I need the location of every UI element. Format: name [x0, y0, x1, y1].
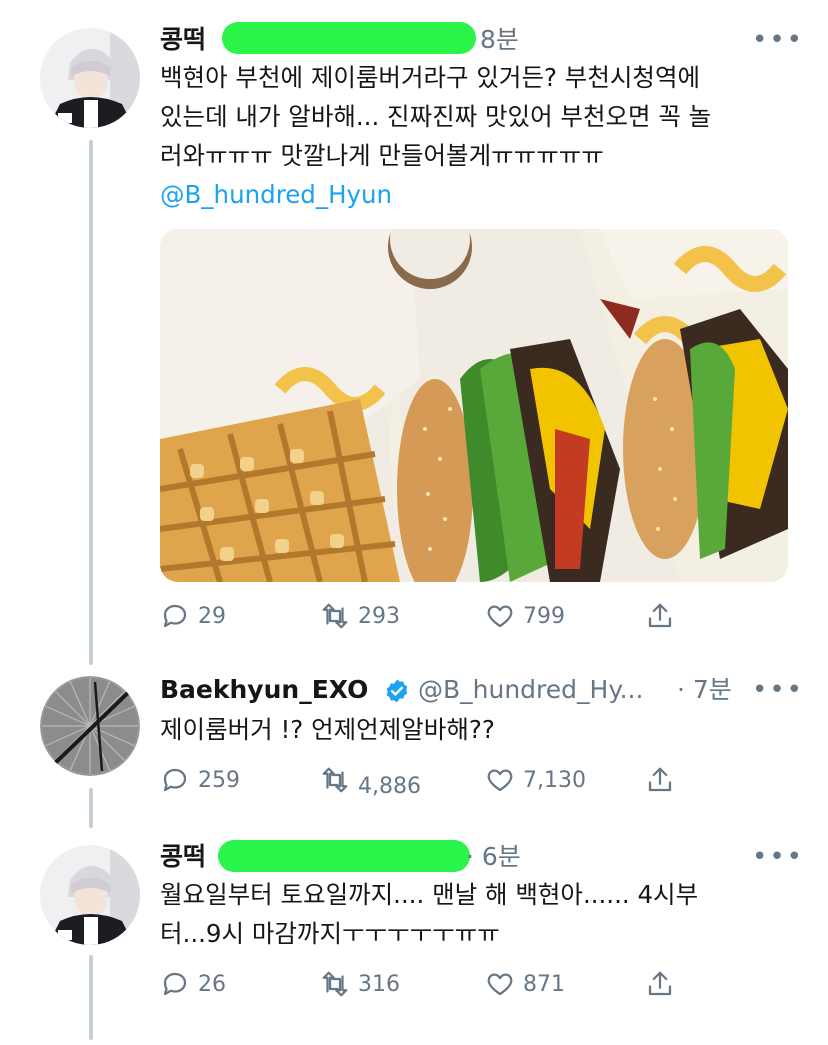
redacted-handle	[218, 840, 470, 872]
avatar[interactable]	[40, 28, 140, 128]
thread-line	[89, 140, 93, 665]
tweet-actions: 26 316 871	[160, 964, 720, 1004]
retweet-count: 4,886	[358, 773, 421, 799]
timestamp[interactable]: · 7분	[677, 675, 732, 705]
more-options-icon[interactable]: •••	[752, 844, 804, 870]
tweet-text-line: 있는데 내가 알바해... 진짜진짜 맛있어 부천오면 꼭 놀	[160, 102, 712, 131]
mention-link[interactable]: @B_hundred_Hyun	[160, 175, 800, 214]
tweet-text-line: 월요일부터 토요일까지.... 맨날 해 백현아...... 4시부	[160, 880, 699, 909]
reply-button[interactable]: 26	[160, 964, 226, 1004]
tweet-text: 백현아 부천에 제이룸버거라구 있거든? 부천시청역에 있는데 내가 알바해..…	[160, 58, 800, 214]
share-button[interactable]	[645, 760, 675, 800]
display-name[interactable]: 콩떡	[160, 25, 206, 55]
reply-button[interactable]: 259	[160, 760, 240, 800]
reply-count: 29	[198, 603, 226, 629]
avatar-image	[40, 676, 140, 776]
heart-icon	[487, 605, 513, 628]
share-button[interactable]	[645, 964, 675, 1004]
timestamp[interactable]: · 6분	[466, 842, 521, 872]
tweet-actions: 259 4,886 7,130	[160, 760, 720, 800]
reply-icon	[163, 768, 187, 792]
share-icon	[648, 767, 672, 792]
like-count: 871	[523, 971, 565, 997]
reply-button[interactable]: 29	[160, 596, 226, 636]
tweet-text: 월요일부터 토요일까지.... 맨날 해 백현아...... 4시부 터...9…	[160, 875, 800, 953]
retweet-icon	[322, 971, 348, 997]
tweet-text-line: 터...9시 마감까지ㅜㅜㅜㅜㅜㅠㅠ	[160, 919, 500, 948]
heart-icon	[487, 769, 513, 792]
tweet-text: 제이룸버거 !? 언제언제알바해??	[160, 715, 495, 744]
thread-line	[89, 788, 93, 828]
share-icon	[648, 603, 672, 628]
avatar[interactable]	[40, 676, 140, 776]
redacted-handle	[222, 22, 476, 54]
share-button[interactable]	[645, 596, 675, 636]
display-name[interactable]: 콩떡	[160, 842, 206, 872]
retweet-button[interactable]: 293	[320, 596, 400, 636]
like-count: 7,130	[523, 767, 586, 793]
like-count: 799	[523, 603, 565, 629]
burgers-photo	[160, 229, 788, 582]
avatar-image	[40, 28, 140, 128]
thread-line	[89, 955, 93, 1040]
timestamp[interactable]: 8분	[480, 25, 519, 55]
reply-count: 26	[198, 971, 226, 997]
more-options-icon[interactable]: •••	[752, 27, 804, 53]
share-icon	[648, 971, 672, 996]
avatar[interactable]	[40, 845, 140, 945]
like-button[interactable]: 799	[485, 596, 565, 636]
tweet-photo[interactable]	[160, 229, 788, 582]
user-handle[interactable]: @B_hundred_Hy...	[418, 675, 643, 705]
retweet-button[interactable]: 316	[320, 964, 400, 1004]
heart-icon	[487, 973, 513, 996]
verified-badge-icon	[386, 679, 408, 703]
reply-icon	[163, 972, 187, 996]
display-name[interactable]: Baekhyun_EXO	[160, 675, 368, 705]
like-button[interactable]: 7,130	[485, 760, 586, 800]
retweet-icon	[322, 767, 348, 793]
tweet-text-line: 러와ㅠㅠㅠ 맛깔나게 만들어볼게ㅠㅠㅠㅠㅠ	[160, 141, 604, 170]
more-options-icon[interactable]: •••	[752, 677, 804, 703]
retweet-icon	[322, 603, 348, 629]
reply-count: 259	[198, 767, 240, 793]
reply-icon	[163, 604, 187, 628]
tweet-text-line: 백현아 부천에 제이룸버거라구 있거든? 부천시청역에	[160, 63, 701, 92]
retweet-button[interactable]: 4,886	[320, 760, 421, 800]
retweet-count: 316	[358, 971, 400, 997]
like-button[interactable]: 871	[485, 964, 565, 1004]
avatar-image	[40, 845, 140, 945]
tweet-actions: 29 293 799	[160, 596, 720, 636]
retweet-count: 293	[358, 603, 400, 629]
